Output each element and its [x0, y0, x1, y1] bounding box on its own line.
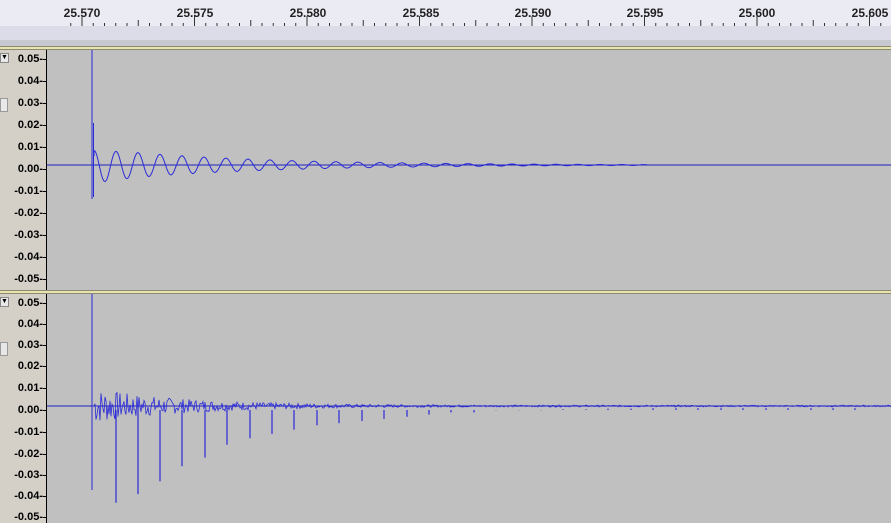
time-label: 25.570: [63, 6, 101, 20]
y-label: 0.03-: [17, 97, 43, 109]
y-label: -0.03-: [14, 229, 43, 241]
y-label: 0.05-: [17, 53, 43, 65]
dropdown-arrow-icon[interactable]: ▼: [0, 297, 9, 307]
time-label: 25.595: [626, 6, 664, 20]
ruler-tick: [43, 475, 46, 476]
y-label: 0.05-: [17, 297, 43, 309]
ruler-tick: [43, 517, 46, 518]
audio-track-1[interactable]: ▼ 0.05- 0.04- 0.03- 0.02- 0.01- 0.00- -0…: [0, 46, 891, 290]
ruler-tick: [43, 432, 46, 433]
y-label: 0.00-: [17, 404, 43, 416]
y-label: -0.03-: [14, 469, 43, 481]
time-label: 25.605: [851, 6, 889, 20]
ruler-tick: [43, 496, 46, 497]
ruler-tick: [43, 147, 46, 148]
time-label: 25.585: [402, 6, 440, 20]
y-label: 0.00-: [17, 163, 43, 175]
vertical-amplitude-ruler[interactable]: 0.05- 0.04- 0.03- 0.02- 0.01- 0.00- -0.0…: [10, 294, 47, 523]
vertical-amplitude-ruler[interactable]: 0.05- 0.04- 0.03- 0.02- 0.01- 0.00- -0.0…: [10, 50, 47, 290]
ruler-tick: [43, 191, 46, 192]
time-label: 25.590: [514, 6, 552, 20]
ruler-tick: [43, 257, 46, 258]
time-label: 25.600: [738, 6, 776, 20]
audio-track-2[interactable]: ▼ 0.05- 0.04- 0.03- 0.02- 0.01- 0.00- -0…: [0, 290, 891, 523]
ruler-tick: [43, 303, 46, 304]
y-label: -0.04-: [14, 251, 43, 263]
ruler-tick: [43, 366, 46, 367]
y-label: -0.05-: [14, 511, 43, 523]
ruler-tick: [43, 279, 46, 280]
y-label: 0.01-: [17, 141, 43, 153]
waveform-track-1: [47, 50, 891, 199]
ruler-tick: [43, 213, 46, 214]
y-label: 0.01-: [17, 382, 43, 394]
dropdown-arrow-icon[interactable]: ▼: [0, 53, 9, 63]
y-label: 0.03-: [17, 339, 43, 351]
ruler-tick: [43, 324, 46, 325]
ruler-tick: [43, 235, 46, 236]
track-control-button[interactable]: [0, 98, 8, 112]
y-label: -0.04-: [14, 490, 43, 502]
time-label: 25.575: [176, 6, 214, 20]
waveform-line: [93, 149, 648, 183]
timeline-ruler[interactable]: 25.570 25.575 25.580 25.585 25.590 25.59…: [0, 0, 891, 41]
ruler-tick: [43, 410, 46, 411]
y-label: -0.01-: [14, 426, 43, 438]
ruler-tick: [43, 345, 46, 346]
y-label: 0.02-: [17, 119, 43, 131]
ruler-tick: [43, 59, 46, 60]
y-label: 0.04-: [17, 75, 43, 87]
y-label: -0.01-: [14, 185, 43, 197]
track-control-button[interactable]: [0, 342, 8, 356]
waveform-area[interactable]: [47, 294, 891, 523]
ruler-tick: [43, 81, 46, 82]
waveform-area[interactable]: [47, 50, 891, 290]
y-label: -0.02-: [14, 207, 43, 219]
y-label: -0.02-: [14, 448, 43, 460]
ruler-tick: [43, 103, 46, 104]
ruler-tick: [43, 454, 46, 455]
ruler-tick: [43, 388, 46, 389]
y-label: -0.05-: [14, 273, 43, 285]
y-label: 0.04-: [17, 318, 43, 330]
time-label: 25.580: [289, 6, 327, 20]
ruler-tick: [43, 169, 46, 170]
ruler-tick: [43, 125, 46, 126]
y-label: 0.02-: [17, 360, 43, 372]
waveform-track-2: [47, 294, 891, 503]
